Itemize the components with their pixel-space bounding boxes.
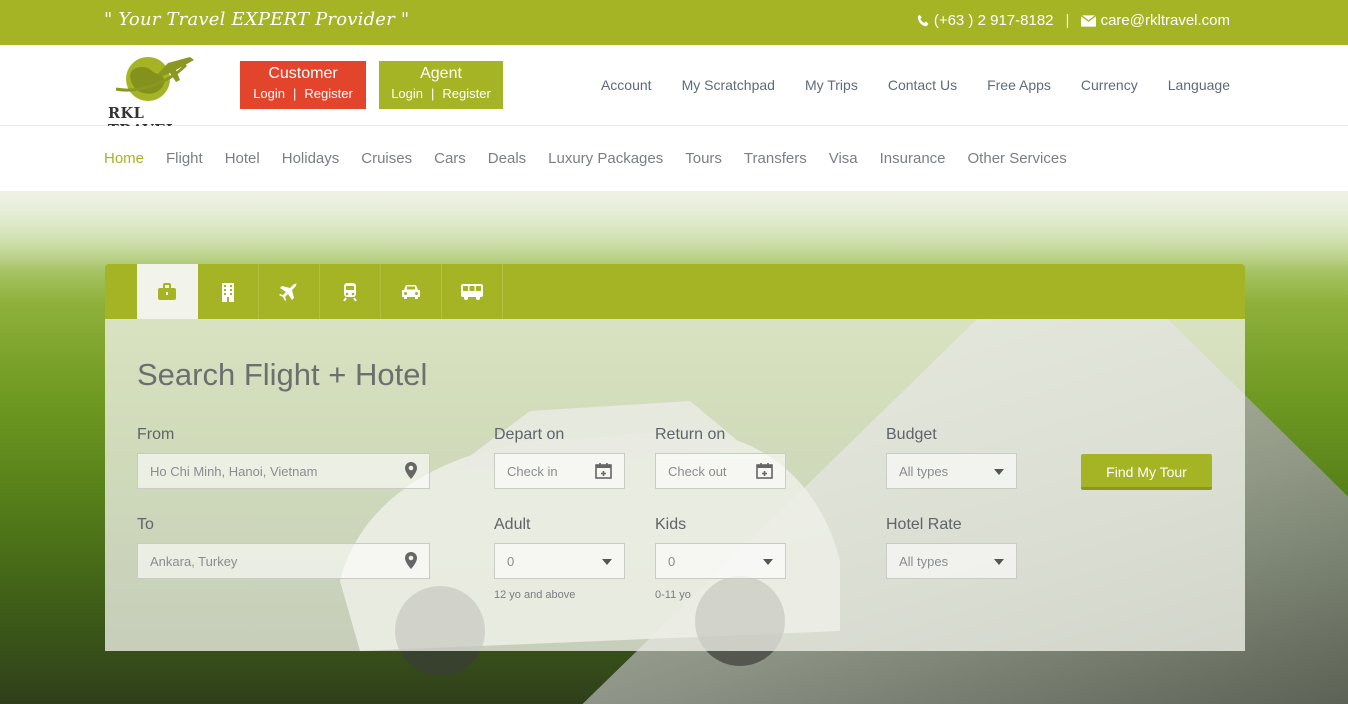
envelope-icon [1080, 14, 1097, 27]
top-nav-my-trips[interactable]: My Trips [805, 77, 858, 93]
nav-visa[interactable]: Visa [829, 150, 858, 167]
top-nav-contact-us[interactable]: Contact Us [888, 77, 957, 93]
depart-label: Depart on [494, 426, 565, 443]
top-nav-free-apps[interactable]: Free Apps [987, 77, 1051, 93]
caret-down-icon [994, 469, 1004, 475]
to-value: Ankara, Turkey [150, 554, 238, 569]
nav-luxury-packages[interactable]: Luxury Packages [548, 150, 663, 167]
top-nav-my-scratchpad[interactable]: My Scratchpad [682, 77, 775, 93]
kids-label: Kids [655, 516, 687, 533]
nav-holidays[interactable]: Holidays [282, 150, 340, 167]
search-title: Search Flight + Hotel [137, 357, 428, 392]
customer-box: Customer Login | Register [240, 61, 366, 109]
tab-train[interactable] [320, 264, 381, 319]
nav-other-services[interactable]: Other Services [968, 150, 1067, 167]
email-address: care@rkltravel.com [1100, 12, 1230, 29]
budget-label: Budget [886, 426, 937, 443]
hotel-rate-select[interactable]: All types [886, 543, 1017, 579]
calendar-icon [756, 463, 773, 479]
adult-select[interactable]: 0 [494, 543, 625, 579]
customer-register-link[interactable]: Register [300, 86, 356, 101]
email-link[interactable]: care@rkltravel.com [1080, 12, 1230, 29]
from-label: From [137, 426, 175, 443]
return-label: Return on [655, 426, 726, 443]
phone-link[interactable]: (+63 ) 2 917-8182 [917, 12, 1054, 29]
nav-insurance[interactable]: Insurance [880, 150, 946, 167]
adult-label: Adult [494, 516, 531, 533]
main-nav: Home Flight Hotel Holidays Cruises Cars … [0, 126, 1348, 191]
briefcase-icon [158, 282, 176, 300]
hotel-rate-label: Hotel Rate [886, 516, 962, 533]
caret-down-icon [763, 559, 773, 565]
tab-car[interactable] [381, 264, 442, 319]
return-placeholder: Check out [668, 464, 727, 479]
from-value: Ho Chi Minh, Hanoi, Vietnam [150, 464, 318, 479]
agent-separator: | [431, 86, 435, 101]
train-icon [343, 282, 357, 302]
building-icon [222, 282, 234, 302]
tab-bus[interactable] [442, 264, 503, 319]
adult-value: 0 [507, 554, 515, 569]
search-panel: Search Flight + Hotel From Ho Chi Minh, … [105, 319, 1245, 651]
bus-icon [461, 283, 483, 300]
hotel-rate-value: All types [899, 554, 949, 569]
depart-date-field[interactable]: Check in [494, 453, 625, 489]
budget-select[interactable]: All types [886, 453, 1017, 489]
agent-register-link[interactable]: Register [438, 86, 494, 101]
top-bar: " Your Travel EXPERT Provider " (+63 ) 2… [0, 0, 1348, 45]
find-my-tour-button[interactable]: Find My Tour [1081, 454, 1212, 490]
top-nav-language[interactable]: Language [1168, 77, 1230, 93]
phone-icon [917, 14, 929, 27]
customer-login-link[interactable]: Login [249, 86, 289, 101]
nav-cars[interactable]: Cars [434, 150, 466, 167]
tab-flight-hotel[interactable] [137, 264, 198, 319]
depart-placeholder: Check in [507, 464, 558, 479]
agent-login-link[interactable]: Login [387, 86, 427, 101]
top-nav: Account My Scratchpad My Trips Contact U… [601, 77, 1230, 93]
nav-flight[interactable]: Flight [166, 150, 203, 167]
agent-title: Agent [420, 65, 462, 82]
globe-plane-logo-icon [115, 57, 194, 101]
caret-down-icon [994, 559, 1004, 565]
kids-select[interactable]: 0 [655, 543, 786, 579]
kids-value: 0 [668, 554, 676, 569]
nav-deals[interactable]: Deals [488, 150, 526, 167]
top-nav-currency[interactable]: Currency [1081, 77, 1138, 93]
nav-hotel[interactable]: Hotel [225, 150, 260, 167]
map-pin-icon [405, 552, 417, 569]
tab-hotel[interactable] [198, 264, 259, 319]
map-pin-icon [405, 462, 417, 479]
phone-number: (+63 ) 2 917-8182 [933, 12, 1054, 29]
top-nav-account[interactable]: Account [601, 77, 652, 93]
nav-home[interactable]: Home [104, 150, 144, 167]
customer-separator: | [293, 86, 297, 101]
from-field[interactable]: Ho Chi Minh, Hanoi, Vietnam [137, 453, 430, 489]
caret-down-icon [602, 559, 612, 565]
customer-title: Customer [268, 65, 338, 82]
logo[interactable]: RKL TRAVEL [106, 49, 206, 139]
budget-value: All types [899, 464, 949, 479]
tagline: " Your Travel EXPERT Provider " [104, 9, 410, 30]
return-date-field[interactable]: Check out [655, 453, 786, 489]
nav-transfers[interactable]: Transfers [744, 150, 807, 167]
header: RKL TRAVEL Customer Login|Register Agent… [0, 45, 1348, 139]
kids-hint: 0-11 yo [655, 589, 691, 601]
nav-tours[interactable]: Tours [685, 150, 722, 167]
contact-info: (+63 ) 2 917-8182 | care@rkltravel.com [917, 12, 1230, 29]
nav-cruises[interactable]: Cruises [361, 150, 412, 167]
adult-hint: 12 yo and above [494, 589, 576, 601]
car-icon [402, 284, 420, 299]
agent-box: Agent Login | Register [379, 61, 503, 109]
tab-flight[interactable] [259, 264, 320, 319]
calendar-icon [595, 463, 612, 479]
search-tabs [105, 264, 1245, 319]
to-label: To [137, 516, 154, 533]
contact-separator: | [1065, 12, 1070, 29]
plane-icon [279, 282, 297, 301]
to-field[interactable]: Ankara, Turkey [137, 543, 430, 579]
hero-sky [0, 191, 1348, 271]
